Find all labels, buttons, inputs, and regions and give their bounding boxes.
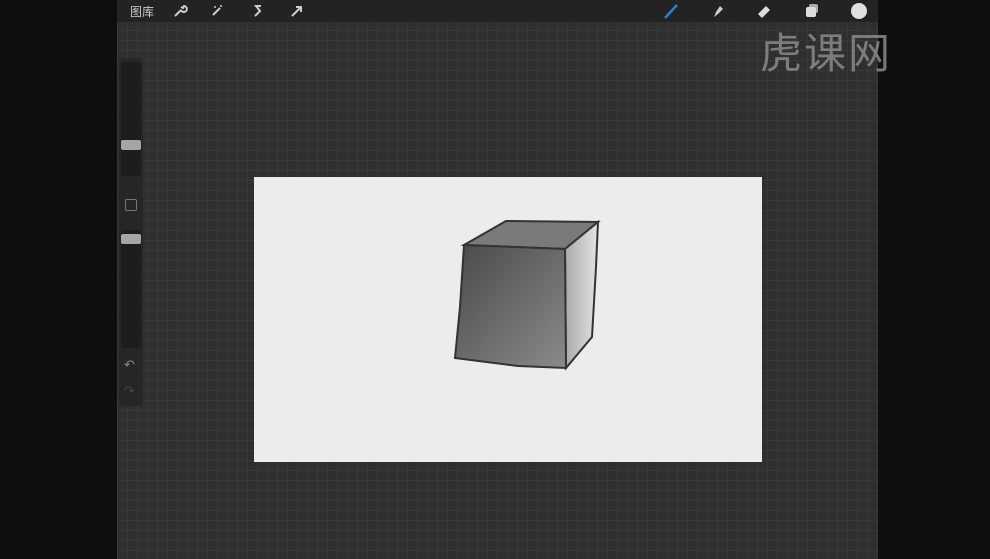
gallery-button[interactable]: 图库 [127, 2, 157, 20]
layers-icon[interactable] [801, 2, 823, 20]
opacity-slider[interactable] [121, 230, 141, 348]
opacity-thumb[interactable] [121, 234, 141, 244]
wrench-icon[interactable] [170, 2, 190, 20]
redo-icon[interactable]: ↷ [124, 384, 135, 399]
cube-drawing [453, 219, 601, 371]
brush-size-thumb[interactable] [121, 140, 141, 150]
magic-wand-icon[interactable] [207, 2, 227, 20]
modify-button[interactable] [125, 199, 137, 211]
transform-icon[interactable] [287, 2, 307, 20]
sidebar: ↶ ↷ [119, 58, 143, 406]
brush-icon[interactable] [660, 2, 682, 20]
brush-size-slider[interactable] [121, 62, 141, 176]
top-toolbar: 图库 [117, 0, 878, 22]
smudge-icon[interactable] [707, 2, 729, 20]
watermark: 虎课网 [760, 29, 893, 78]
color-icon[interactable] [848, 2, 870, 20]
undo-icon[interactable]: ↶ [124, 358, 135, 373]
selection-icon[interactable] [248, 2, 268, 20]
drawing-canvas[interactable] [254, 177, 762, 462]
eraser-icon[interactable] [753, 2, 775, 20]
